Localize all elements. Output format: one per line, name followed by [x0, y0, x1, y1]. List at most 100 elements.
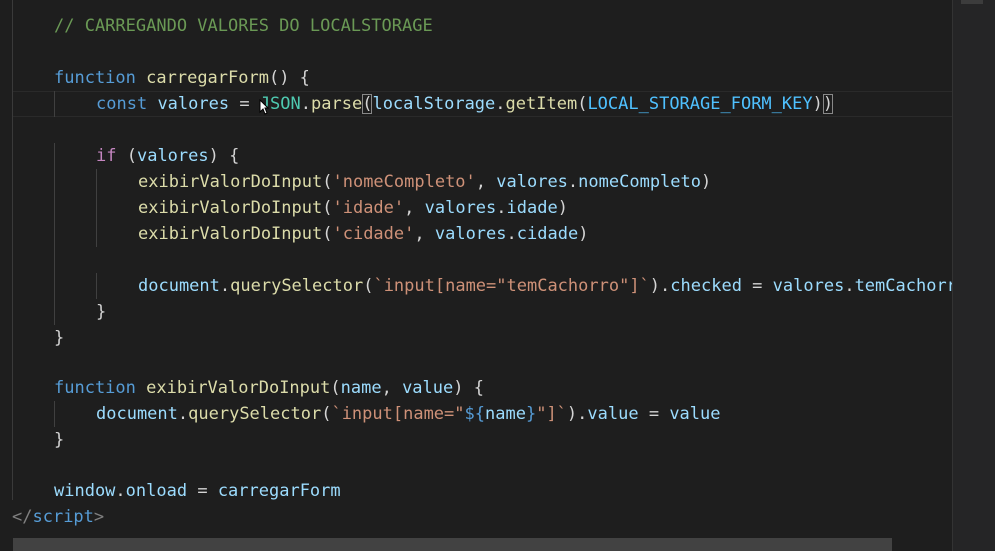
code-token: localStorage — [372, 94, 496, 114]
code-token: 'idade' — [332, 198, 405, 218]
indent-guide — [96, 195, 138, 221]
code-token: ${ — [464, 404, 485, 424]
code-token: `input[name="temCachorro"]` — [373, 276, 650, 296]
code-token: 'cidade' — [332, 224, 415, 244]
code-token: , — [404, 198, 425, 218]
code-line[interactable] — [0, 453, 12, 479]
indent-guide — [54, 273, 96, 299]
code-token: name — [340, 378, 382, 398]
code-token: ) — [578, 224, 589, 244]
code-token: ( — [322, 224, 333, 244]
code-token: exibirValorDoInput — [138, 172, 323, 192]
code-token: . — [844, 276, 855, 296]
code-token: valores — [496, 172, 568, 192]
indent-guide — [96, 273, 138, 299]
minimap-marker — [961, 0, 983, 4]
code-token: } — [54, 328, 65, 348]
code-token: if — [96, 146, 117, 166]
code-line[interactable] — [0, 117, 12, 143]
code-token: idade — [506, 198, 558, 218]
code-token: carregarForm — [217, 481, 341, 501]
code-token: . — [506, 224, 517, 244]
code-token: // CARREGANDO VALORES DO LOCALSTORAGE — [54, 16, 433, 36]
code-token: . — [495, 94, 506, 114]
code-line[interactable]: } — [0, 299, 106, 325]
horizontal-scrollbar[interactable] — [13, 538, 892, 551]
code-token: querySelector — [230, 276, 364, 296]
code-line[interactable]: } — [0, 325, 64, 351]
indent-guide — [54, 143, 96, 169]
code-token: valores — [424, 198, 497, 218]
code-token: () { — [268, 68, 310, 88]
code-line[interactable]: exibirValorDoInput('nomeCompleto', valor… — [0, 169, 711, 195]
code-token: = — [187, 481, 218, 501]
code-token: ( — [363, 276, 374, 296]
indent-guide — [12, 65, 54, 91]
code-token: valores — [136, 146, 209, 166]
code-line[interactable] — [0, 351, 12, 377]
code-token: ) — [557, 198, 568, 218]
code-line[interactable]: </script> — [0, 504, 104, 530]
code-line[interactable]: document.querySelector(`input[name="${na… — [0, 401, 721, 427]
code-token: . — [115, 481, 126, 501]
indent-guide — [12, 221, 54, 247]
code-line[interactable]: document. querySelector(`input[name="temC… — [0, 273, 952, 299]
code-token: valores — [434, 224, 507, 244]
code-token: . — [496, 198, 507, 218]
code-token: } — [96, 302, 107, 322]
code-token: , — [475, 172, 497, 192]
code-token: , — [414, 224, 435, 244]
code-token: valores — [157, 94, 230, 114]
indent-guide — [12, 375, 54, 401]
indent-guide — [54, 221, 96, 247]
code-token: script — [32, 507, 94, 527]
code-token: document — [138, 276, 220, 296]
code-editor[interactable]: // CARREGANDO VALORES DO LOCALSTORAGE fun… — [0, 0, 995, 551]
code-area[interactable]: // CARREGANDO VALORES DO LOCALSTORAGE fun… — [0, 0, 952, 551]
code-token: valores — [772, 276, 845, 296]
code-line[interactable]: if (valores) { — [0, 143, 239, 169]
code-line[interactable] — [0, 39, 12, 65]
code-token: onload — [125, 481, 188, 501]
code-line[interactable]: function exibirValorDoInput(name, value)… — [0, 375, 484, 401]
code-token: . — [300, 94, 312, 114]
code-token: value — [669, 404, 721, 424]
code-line[interactable]: const valores = JSON.parse(localStorage.… — [0, 91, 834, 117]
code-line[interactable]: window.onload = carregarForm — [0, 478, 341, 504]
indent-guide — [12, 247, 54, 273]
code-token: carregarForm — [146, 68, 269, 88]
code-token: ). — [566, 404, 588, 424]
code-token: ) — [701, 172, 712, 192]
code-token: ( — [116, 146, 137, 166]
indent-guide — [54, 91, 96, 117]
minimap[interactable] — [952, 0, 995, 551]
code-token: > — [93, 507, 105, 527]
code-token: "]` — [536, 404, 567, 424]
code-line[interactable]: } — [0, 427, 64, 453]
indent-guide — [12, 13, 54, 39]
code-token: 'nomeCompleto' — [332, 172, 476, 192]
code-token: ( — [322, 172, 333, 192]
code-token: ( — [362, 94, 373, 114]
code-line[interactable]: // CARREGANDO VALORES DO LOCALSTORAGE — [0, 13, 433, 39]
code-line[interactable]: exibirValorDoInput('idade', valores.idad… — [0, 195, 568, 221]
code-token: . — [177, 404, 189, 424]
code-token: window — [54, 481, 116, 501]
code-token: name — [485, 404, 526, 424]
code-token: ) { — [453, 378, 484, 398]
indent-guide — [54, 195, 96, 221]
code-token: value — [402, 378, 454, 398]
code-token: = — [741, 276, 773, 296]
indent-guide — [96, 169, 138, 195]
code-line[interactable]: function carregarForm() { — [0, 65, 310, 91]
code-token: . — [567, 172, 579, 192]
code-line[interactable]: exibirValorDoInput('cidade', valores.cid… — [0, 221, 588, 247]
indent-guide — [12, 195, 54, 221]
code-token: ) { — [208, 146, 240, 166]
indent-guide — [54, 169, 96, 195]
code-token: exibirValorDoInput — [138, 224, 323, 244]
code-line[interactable] — [0, 247, 96, 273]
code-token: cidade — [516, 224, 579, 244]
indent-guide — [54, 401, 96, 427]
